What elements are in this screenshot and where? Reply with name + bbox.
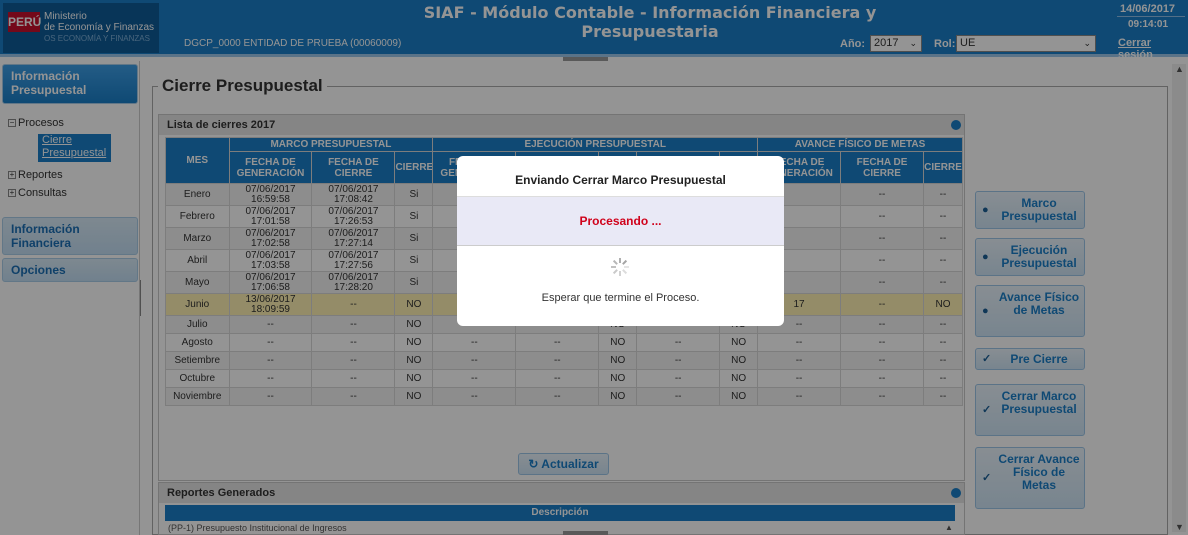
- dialog-title: Enviando Cerrar Marco Presupuestal: [515, 173, 726, 187]
- spinner-spoke: [622, 269, 628, 275]
- spinner-icon: [611, 258, 629, 276]
- status-band: Procesando ...: [457, 196, 784, 246]
- spinner-spoke: [612, 269, 618, 275]
- page: { "header":{ "logo":{"country":"PERÚ","l…: [0, 0, 1188, 535]
- spinner-spoke: [622, 259, 628, 265]
- processing-dialog: Enviando Cerrar Marco Presupuestal Proce…: [457, 156, 784, 326]
- wait-message: Esperar que termine el Proceso.: [541, 292, 700, 304]
- status-text: Procesando ...: [579, 214, 662, 228]
- spinner-spoke: [612, 259, 618, 265]
